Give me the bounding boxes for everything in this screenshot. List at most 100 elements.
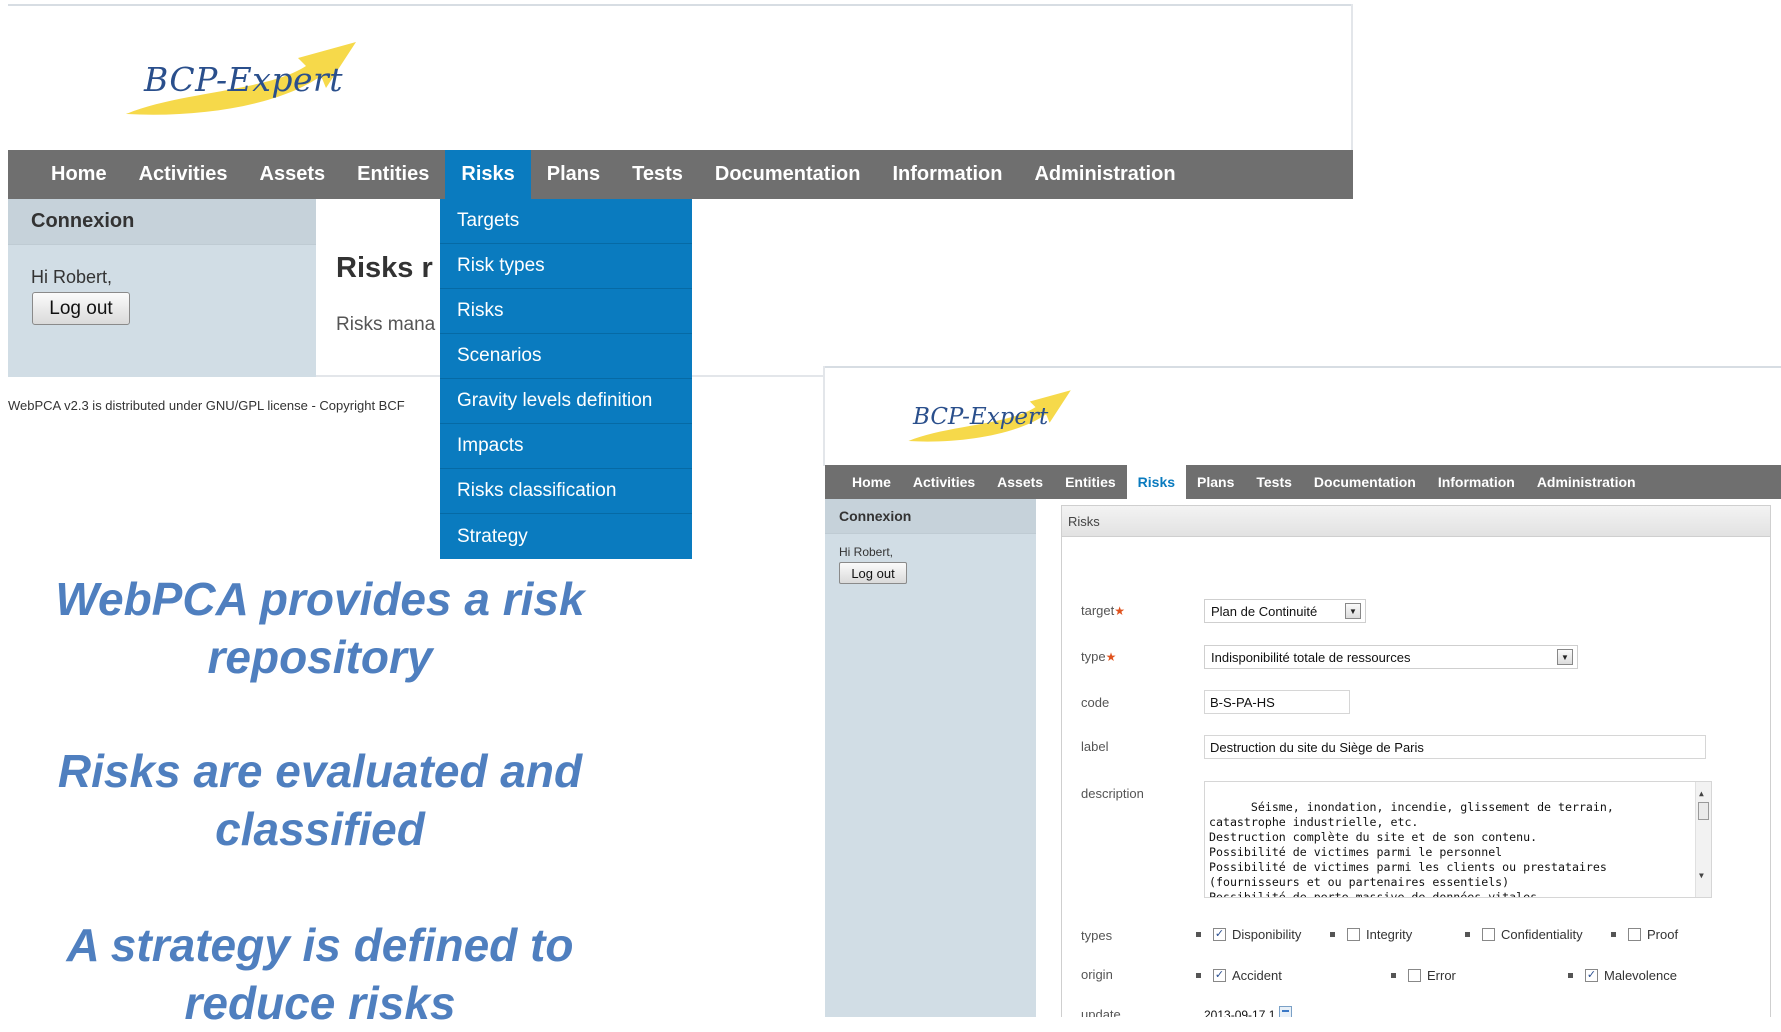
nav-home[interactable]: Home bbox=[841, 465, 902, 499]
target-label: target★ bbox=[1081, 603, 1126, 618]
required-star-icon: ★ bbox=[1114, 604, 1126, 618]
caption-repository: WebPCA provides a risk repository bbox=[55, 573, 585, 683]
bullet-icon bbox=[1196, 973, 1201, 978]
bullet-icon bbox=[1465, 932, 1470, 937]
checkbox-label: Integrity bbox=[1366, 927, 1413, 942]
nav-activities[interactable]: Activities bbox=[123, 150, 244, 199]
scroll-thumb[interactable] bbox=[1698, 802, 1709, 820]
types-option-confidentiality: Confidentiality bbox=[1465, 927, 1583, 942]
app-logo: BCP-Expert bbox=[118, 36, 358, 121]
nav-assets[interactable]: Assets bbox=[986, 465, 1054, 499]
greeting: Hi Robert, bbox=[31, 267, 113, 287]
type-select[interactable]: Indisponibilité totale de ressources ▼ bbox=[1204, 645, 1578, 669]
description-label: description bbox=[1081, 786, 1144, 801]
logo-text: BCP-Expert bbox=[913, 404, 1049, 430]
menu-item-targets[interactable]: Targets bbox=[440, 199, 692, 244]
nav-plans[interactable]: Plans bbox=[531, 150, 616, 199]
calendar-icon[interactable] bbox=[1279, 1006, 1293, 1017]
checkbox-label: Malevolence bbox=[1604, 968, 1677, 983]
types-option-proof: Proof bbox=[1611, 927, 1678, 942]
types-option-integrity: Integrity bbox=[1330, 927, 1412, 942]
risk-form-screenshot: BCP-Expert Home Activities Assets Entiti… bbox=[823, 366, 1781, 1017]
risk-form-panel: Risks target★ Plan de Continuité ▼ type★… bbox=[1061, 505, 1771, 1017]
chevron-down-icon[interactable]: ▼ bbox=[1557, 649, 1573, 665]
required-star-icon: ★ bbox=[1105, 650, 1117, 664]
greeting: Hi Robert, bbox=[839, 545, 894, 559]
origin-option-malevolence: ✓ Malevolence bbox=[1568, 968, 1677, 983]
menu-item-scenarios[interactable]: Scenarios bbox=[440, 334, 692, 379]
code-input[interactable]: B-S-PA-HS bbox=[1204, 690, 1350, 714]
scroll-down-icon[interactable]: ▼ bbox=[1699, 868, 1704, 883]
types-option-disponibility: ✓ Disponibility bbox=[1196, 927, 1301, 942]
bullet-icon bbox=[1568, 973, 1573, 978]
nav-assets[interactable]: Assets bbox=[244, 150, 342, 199]
logo-text: BCP-Expert bbox=[144, 60, 344, 99]
nav-entities[interactable]: Entities bbox=[341, 150, 445, 199]
checkbox-unchecked-icon[interactable] bbox=[1347, 928, 1360, 941]
app-logo: BCP-Expert bbox=[900, 386, 1075, 446]
label-field-label: label bbox=[1081, 739, 1109, 754]
sidebar-header: Connexion bbox=[825, 499, 1036, 534]
nav-risks[interactable]: Risks bbox=[445, 150, 531, 199]
checkbox-unchecked-icon[interactable] bbox=[1628, 928, 1641, 941]
checkbox-label: Disponibility bbox=[1232, 927, 1302, 942]
logout-button[interactable]: Log out bbox=[839, 562, 907, 584]
checkbox-checked-icon[interactable]: ✓ bbox=[1585, 969, 1598, 982]
nav-risks[interactable]: Risks bbox=[1126, 465, 1187, 499]
nav-home[interactable]: Home bbox=[35, 150, 123, 199]
menu-item-risks[interactable]: Risks bbox=[440, 289, 692, 334]
description-scrollbar[interactable]: ▲ ▼ bbox=[1695, 782, 1711, 897]
target-select[interactable]: Plan de Continuité ▼ bbox=[1204, 599, 1366, 623]
checkbox-checked-icon[interactable]: ✓ bbox=[1213, 928, 1226, 941]
menu-item-strategy[interactable]: Strategy bbox=[440, 514, 692, 559]
logout-button[interactable]: Log out bbox=[32, 292, 130, 325]
type-label: type★ bbox=[1081, 649, 1117, 664]
nav-documentation[interactable]: Documentation bbox=[699, 150, 877, 199]
update-value: 2013-09-17 1 bbox=[1204, 1008, 1276, 1017]
footer-license: WebPCA v2.3 is distributed under GNU/GPL… bbox=[8, 398, 405, 413]
risks-dropdown-menu: Targets Risk types Risks Scenarios Gravi… bbox=[440, 199, 692, 559]
checkbox-checked-icon[interactable]: ✓ bbox=[1213, 969, 1226, 982]
nav-plans[interactable]: Plans bbox=[1186, 465, 1245, 499]
types-label: types bbox=[1081, 928, 1113, 943]
bullet-icon bbox=[1196, 932, 1201, 937]
menu-item-gravity-levels[interactable]: Gravity levels definition bbox=[440, 379, 692, 424]
update-label: update bbox=[1081, 1007, 1121, 1017]
checkbox-label: Accident bbox=[1232, 968, 1282, 983]
checkbox-unchecked-icon[interactable] bbox=[1408, 969, 1421, 982]
bullet-icon bbox=[1611, 932, 1616, 937]
left-border bbox=[823, 366, 825, 466]
nav-documentation[interactable]: Documentation bbox=[1303, 465, 1427, 499]
origin-label: origin bbox=[1081, 967, 1113, 982]
nav-activities[interactable]: Activities bbox=[902, 465, 986, 499]
nav-information[interactable]: Information bbox=[876, 150, 1018, 199]
nav-administration[interactable]: Administration bbox=[1018, 150, 1191, 199]
scroll-up-icon[interactable]: ▲ bbox=[1699, 786, 1704, 801]
nav-administration[interactable]: Administration bbox=[1526, 465, 1647, 499]
main-screenshot: BCP-Expert Home Activities Assets Entiti… bbox=[8, 0, 1353, 559]
sidebar: Connexion Hi Robert, Log out bbox=[825, 499, 1036, 1017]
chevron-down-icon[interactable]: ▼ bbox=[1345, 603, 1361, 619]
menu-item-impacts[interactable]: Impacts bbox=[440, 424, 692, 469]
checkbox-unchecked-icon[interactable] bbox=[1482, 928, 1495, 941]
label-input[interactable]: Destruction du site du Siège de Paris bbox=[1204, 735, 1706, 759]
caption-evaluated: Risks are evaluated and classified bbox=[57, 745, 583, 855]
top-border bbox=[823, 366, 1781, 368]
description-textarea[interactable]: Séisme, inondation, incendie, glissement… bbox=[1204, 781, 1712, 898]
menu-item-risks-classification[interactable]: Risks classification bbox=[440, 469, 692, 514]
page-title: Risks r bbox=[336, 252, 433, 284]
nav-entities[interactable]: Entities bbox=[1054, 465, 1127, 499]
top-border bbox=[8, 4, 1353, 6]
origin-option-accident: ✓ Accident bbox=[1196, 968, 1282, 983]
target-select-value: Plan de Continuité bbox=[1211, 603, 1318, 619]
nav-tests[interactable]: Tests bbox=[616, 150, 699, 199]
menu-item-risk-types[interactable]: Risk types bbox=[440, 244, 692, 289]
nav-information[interactable]: Information bbox=[1427, 465, 1526, 499]
bullet-icon bbox=[1330, 932, 1335, 937]
nav-tests[interactable]: Tests bbox=[1245, 465, 1303, 499]
update-field[interactable]: 2013-09-17 1 bbox=[1204, 1006, 1293, 1017]
checkbox-label: Error bbox=[1427, 968, 1456, 983]
page-description: Risks mana bbox=[336, 314, 436, 335]
bullet-icon bbox=[1391, 973, 1396, 978]
sidebar-header: Connexion bbox=[8, 199, 316, 245]
